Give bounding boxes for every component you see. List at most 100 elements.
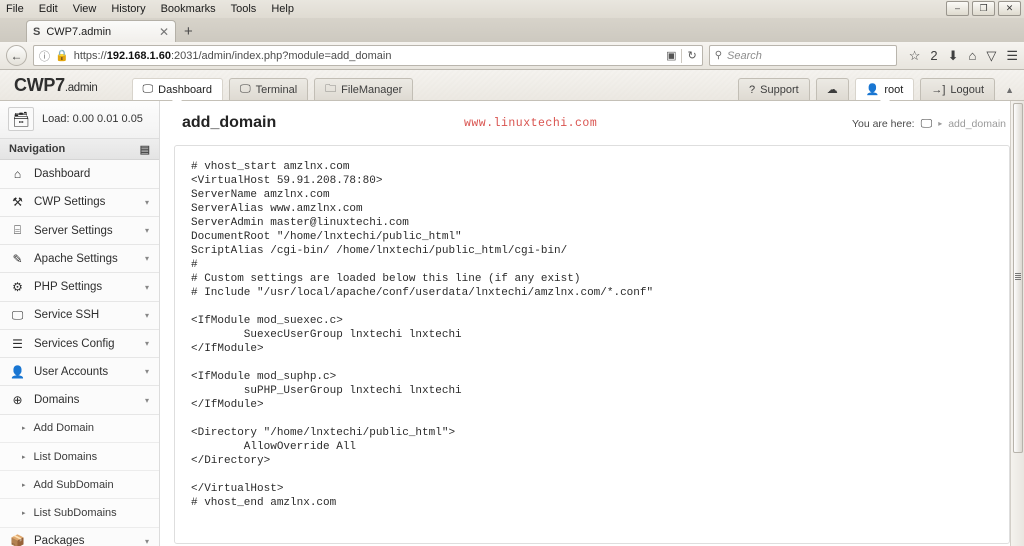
vhost-config-panel: # vhost_start amzlnx.com <VirtualHost 59… <box>174 145 1010 544</box>
app-header: CWP7.admin 🖵 Dashboard 🖵 Terminal 🗀 File… <box>0 70 1024 101</box>
sidebar-subitem-add-domain[interactable]: ▸ Add Domain <box>0 415 159 443</box>
user-icon: 👤 <box>10 365 25 379</box>
sidebar-item-cwp-settings[interactable]: ⚒ CWP Settings ▾ <box>0 189 159 217</box>
tab-filemanager[interactable]: 🗀 FileManager <box>314 78 413 100</box>
navigation-header: Navigation ▤ <box>0 139 159 161</box>
sidebar-item-dashboard[interactable]: ⌂ Dashboard <box>0 160 159 188</box>
chevron-down-icon: ▾ <box>145 254 149 263</box>
arrow-right-icon: ▸ <box>22 453 26 461</box>
pocket-icon[interactable]: ▽ <box>986 48 996 64</box>
sidebar-item-user-accounts[interactable]: 👤 User Accounts ▾ <box>0 358 159 386</box>
back-button[interactable]: ← <box>6 45 27 66</box>
chevron-down-icon: ▾ <box>145 537 149 546</box>
sidebar-item-label: Services Config <box>34 338 136 350</box>
tab-close-icon[interactable]: ✕ <box>159 25 169 39</box>
monitor-icon: 🖵 <box>143 83 154 96</box>
browser-window: File Edit View History Bookmarks Tools H… <box>0 0 1024 546</box>
chevron-down-icon: ▾ <box>145 311 149 320</box>
reader-view-icon[interactable]: ▣ <box>666 49 676 62</box>
panel-toggle-icon[interactable]: ▤ <box>140 143 150 156</box>
restore-button[interactable]: ❐ <box>972 1 995 16</box>
support-label: Support <box>760 84 799 96</box>
tab-terminal-label: Terminal <box>256 84 298 96</box>
cloud-button[interactable]: ☁ <box>816 78 849 100</box>
address-bar[interactable]: ⓘ 🔒 https://192.168.1.60:2031/admin/inde… <box>33 45 703 66</box>
logo-sub: .admin <box>65 82 98 94</box>
search-bar[interactable]: ⚲ Search <box>709 45 897 66</box>
sidebar-item-services-config[interactable]: ☰ Services Config ▾ <box>0 330 159 358</box>
tab-filemanager-label: FileManager <box>341 84 402 96</box>
logout-icon: →] <box>931 84 945 96</box>
menu-history[interactable]: History <box>109 3 147 15</box>
menu-bookmarks[interactable]: Bookmarks <box>159 3 218 15</box>
tab-strip: S CWP7.admin ✕ + <box>0 18 1024 42</box>
tools-icon: ⚒ <box>10 195 25 209</box>
reload-icon[interactable]: ↻ <box>687 49 696 62</box>
user-icon: 👤 <box>866 83 880 96</box>
sidebar-item-label: Service SSH <box>34 309 136 321</box>
search-input[interactable]: Search <box>727 50 762 62</box>
sidebar-subitem-list-domains[interactable]: ▸ List Domains <box>0 443 159 471</box>
sidebar-subitem-list-subdomains[interactable]: ▸ List SubDomains <box>0 499 159 527</box>
support-button[interactable]: ? Support <box>738 78 810 100</box>
close-button[interactable]: ✕ <box>998 1 1021 16</box>
menu-edit[interactable]: Edit <box>37 3 60 15</box>
new-tab-button[interactable]: + <box>184 23 193 40</box>
sidebar-item-php-settings[interactable]: ⚙ PHP Settings ▾ <box>0 273 159 301</box>
sidebar-item-apache-settings[interactable]: ✎ Apache Settings ▾ <box>0 245 159 273</box>
library-icon[interactable]: ὜2 <box>930 48 937 63</box>
monitor-icon: 🖵 <box>10 308 25 323</box>
hamburger-menu-icon[interactable]: ☰ <box>1006 48 1018 64</box>
vhost-config-text: # vhost_start amzlnx.com <VirtualHost 59… <box>191 160 993 510</box>
database-icon: 🗃 <box>8 107 34 131</box>
navigation-header-label: Navigation <box>9 143 65 155</box>
app-body: 🗃 Load: 0.00 0.01 0.05 Navigation ▤ ⌂ Da… <box>0 101 1024 546</box>
lock-warning-icon: 🔒 <box>55 49 69 62</box>
collapse-caret-icon[interactable]: ▲ <box>1005 85 1014 95</box>
site-watermark: www.linuxtechi.com <box>464 117 597 130</box>
navigation-toolbar: ← ⓘ 🔒 https://192.168.1.60:2031/admin/in… <box>0 42 1024 70</box>
breadcrumb: You are here: 🖵 ▸ add_domain <box>852 116 1006 131</box>
menu-file[interactable]: File <box>4 3 26 15</box>
server-load-box: 🗃 Load: 0.00 0.01 0.05 <box>0 101 159 139</box>
toolbar-icons: ☆ ὜2 ⬇ ⌂ ▽ ☰ <box>903 48 1018 64</box>
sidebar-item-service-ssh[interactable]: 🖵 Service SSH ▾ <box>0 302 159 330</box>
app-logo[interactable]: CWP7.admin <box>14 75 98 96</box>
folder-icon: 🗀 <box>325 80 336 99</box>
menu-view[interactable]: View <box>71 3 99 15</box>
arrow-right-icon: ▸ <box>22 509 26 517</box>
user-menu-root[interactable]: 👤 root <box>855 78 915 100</box>
sidebar-item-label: PHP Settings <box>34 281 136 293</box>
server-load-label: Load: 0.00 0.01 0.05 <box>42 113 143 125</box>
sidebar: 🗃 Load: 0.00 0.01 0.05 Navigation ▤ ⌂ Da… <box>0 101 160 546</box>
sidebar-item-label: CWP Settings <box>34 196 136 208</box>
feather-icon: ✎ <box>10 252 25 266</box>
sidebar-item-domains[interactable]: ⊕ Domains ▾ <box>0 386 159 414</box>
sidebar-item-packages[interactable]: 📦 Packages ▾ <box>0 528 159 546</box>
question-mark-icon: ? <box>749 84 755 96</box>
tab-dashboard-label: Dashboard <box>158 84 212 96</box>
sidebar-subitem-label: List Domains <box>34 451 98 463</box>
logo-main: CWP7 <box>14 75 65 95</box>
logout-button[interactable]: →] Logout <box>920 78 995 100</box>
toolbar-divider <box>681 49 682 63</box>
sidebar-subitem-add-subdomain[interactable]: ▸ Add SubDomain <box>0 471 159 499</box>
downloads-icon[interactable]: ⬇ <box>948 48 959 64</box>
browser-tab-cwp7-admin[interactable]: S CWP7.admin ✕ <box>26 20 176 42</box>
user-label: root <box>884 84 903 96</box>
home-icon[interactable]: ⌂ <box>968 48 976 63</box>
chevron-down-icon: ▾ <box>145 198 149 207</box>
menu-tools[interactable]: Tools <box>229 3 259 15</box>
site-info-icon[interactable]: ⓘ <box>39 48 50 64</box>
bookmark-star-icon[interactable]: ☆ <box>909 48 921 64</box>
monitor-icon: 🖵 <box>921 116 933 131</box>
tab-dashboard[interactable]: 🖵 Dashboard <box>132 78 223 100</box>
tab-terminal[interactable]: 🖵 Terminal <box>229 78 308 100</box>
menu-help[interactable]: Help <box>269 3 296 15</box>
minimize-button[interactable]: – <box>946 1 969 16</box>
logout-label: Logout <box>950 84 984 96</box>
page-scrollbar[interactable]: ▼ <box>1010 101 1024 546</box>
main-content: add_domain www.linuxtechi.com You are he… <box>160 101 1024 546</box>
sidebar-item-server-settings[interactable]: ⌸ Server Settings ▾ <box>0 217 159 245</box>
chevron-down-icon: ▾ <box>145 226 149 235</box>
